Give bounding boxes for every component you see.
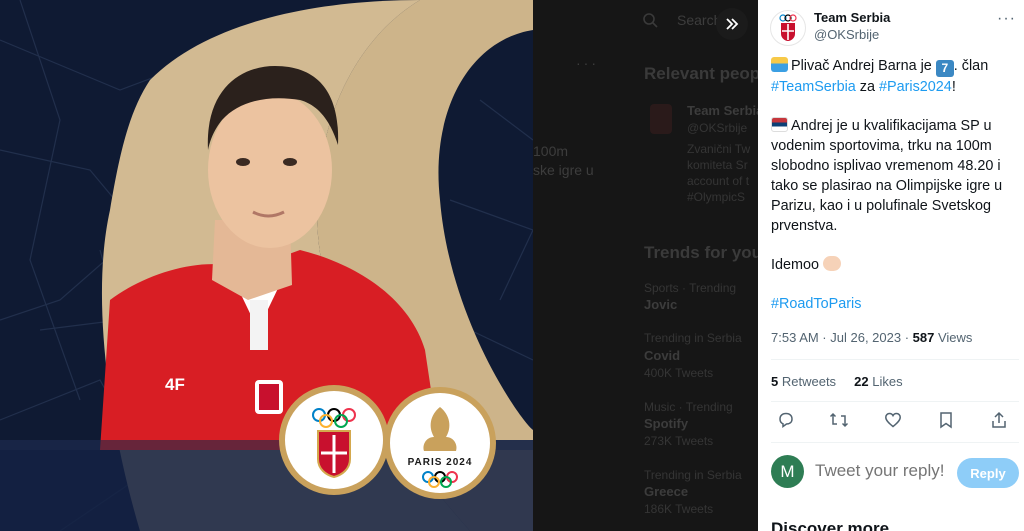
author-handle[interactable]: @OKSrbije (814, 27, 879, 42)
partial-text: ske igre u (533, 162, 594, 178)
search-placeholder[interactable]: Search (677, 12, 721, 28)
paris-2024-text: PARIS 2024 (407, 457, 473, 468)
person-name[interactable]: Team Serbia (687, 103, 758, 118)
discover-more-heading: Discover more (771, 519, 890, 531)
user-avatar[interactable]: M (771, 455, 804, 488)
olympic-committee-serbia-logo (279, 385, 389, 495)
serbia-olympic-logo-icon (779, 14, 797, 41)
flexed-biceps-emoji-icon (823, 255, 841, 271)
author-display-name[interactable]: Team Serbia (814, 10, 890, 25)
tweet-header: Team Serbia @OKSrbije ··· (770, 8, 1020, 48)
trend-count: 400K Tweets (644, 366, 714, 380)
reply-submit-button[interactable]: Reply (957, 458, 1019, 488)
reply-icon (779, 412, 793, 428)
retweet-button[interactable] (829, 410, 849, 430)
tweet-stats: 5 Retweets 22 Likes (771, 374, 903, 389)
swimmer-emoji-icon (771, 57, 788, 72)
hashtag-link[interactable]: #TeamSerbia (771, 79, 856, 95)
hashtag-link[interactable]: #Paris2024 (879, 79, 952, 95)
tweet-meta: 7:53 AM · Jul 26, 2023 · 587 Views (771, 330, 972, 345)
more-dots-icon: ··· (576, 55, 599, 71)
tweet-timestamp[interactable]: 7:53 AM · Jul 26, 2023 · (771, 330, 913, 345)
tweet-media-image[interactable]: 4F PARIS 2024 (0, 0, 533, 531)
bookmark-button[interactable] (936, 410, 956, 430)
person-bio-line: komiteta Sr (687, 158, 748, 172)
partial-text: 100m (533, 143, 569, 159)
chevrons-right-icon (726, 18, 739, 30)
reply-button[interactable] (776, 410, 796, 430)
tweet-text-segment: ! (951, 78, 956, 95)
relevant-people-heading: Relevant people (644, 64, 758, 83)
serbia-flag-icon (771, 116, 788, 132)
retweet-icon (830, 412, 849, 428)
tweet-actions (771, 410, 1019, 434)
trend-category: Trending in Serbia (644, 468, 742, 482)
person-bio-line: Zvanični Tw (687, 142, 751, 156)
tweet-detail-panel: Team Serbia @OKSrbije ··· Plivač Andrej … (758, 0, 1024, 531)
keycap-seven-icon: 7 (935, 59, 954, 77)
person-handle: @OKSrbije (687, 121, 748, 135)
expand-panel-button[interactable] (716, 8, 748, 40)
tweet-text-segment: Idemoo (771, 256, 819, 273)
bookmark-icon (940, 412, 952, 429)
like-button[interactable] (883, 410, 903, 430)
tweet-text: Plivač Andrej Barna je 7. član #TeamSerb… (771, 56, 1017, 333)
trend-category: Music · Trending (644, 400, 733, 414)
reply-input[interactable] (815, 461, 955, 481)
person-avatar[interactable] (650, 104, 672, 134)
more-horizontal-icon[interactable]: ··· (997, 10, 1016, 28)
search-icon[interactable] (642, 12, 658, 28)
retweets-stat[interactable]: 5 Retweets (771, 374, 836, 389)
heart-icon (884, 412, 901, 428)
divider (771, 442, 1019, 443)
timeline-backdrop: Search ··· Relevant people Team Serbia @… (533, 0, 758, 531)
person-bio-line: #OlympicS (687, 190, 746, 204)
likes-stat[interactable]: 22 Likes (854, 374, 902, 389)
trend-name[interactable]: Greece (644, 484, 688, 499)
share-button[interactable] (989, 410, 1009, 430)
paris-2024-logo: PARIS 2024 (384, 387, 496, 499)
views-count: 587 (912, 330, 935, 345)
author-avatar[interactable] (770, 10, 806, 46)
trend-name[interactable]: Covid (644, 348, 680, 363)
trend-category: Sports · Trending (644, 281, 737, 295)
trend-category: Trending in Serbia (644, 331, 742, 345)
trend-name[interactable]: Spotify (644, 416, 688, 431)
trend-count: 273K Tweets (644, 434, 714, 448)
tweet-text-segment: za (859, 78, 875, 95)
tweet-text-segment: Plivač Andrej Barna je (791, 58, 932, 74)
tweet-text-segment: . član (953, 58, 989, 74)
divider (771, 359, 1019, 360)
trend-name[interactable]: Jovic (644, 297, 677, 312)
hashtag-link[interactable]: #RoadToParis (771, 296, 861, 312)
trend-count: 186K Tweets (644, 502, 714, 516)
svg-text:4F: 4F (165, 375, 185, 394)
trends-heading: Trends for you (644, 243, 758, 262)
tweet-text-segment: Andrej je u kvalifikacijama SP u vodenim… (771, 117, 1003, 234)
share-icon (992, 411, 1006, 428)
divider (771, 401, 1019, 402)
person-bio-line: account of t (687, 174, 750, 188)
reply-composer: M Reply (771, 455, 1019, 491)
views-label: Views (934, 330, 973, 345)
